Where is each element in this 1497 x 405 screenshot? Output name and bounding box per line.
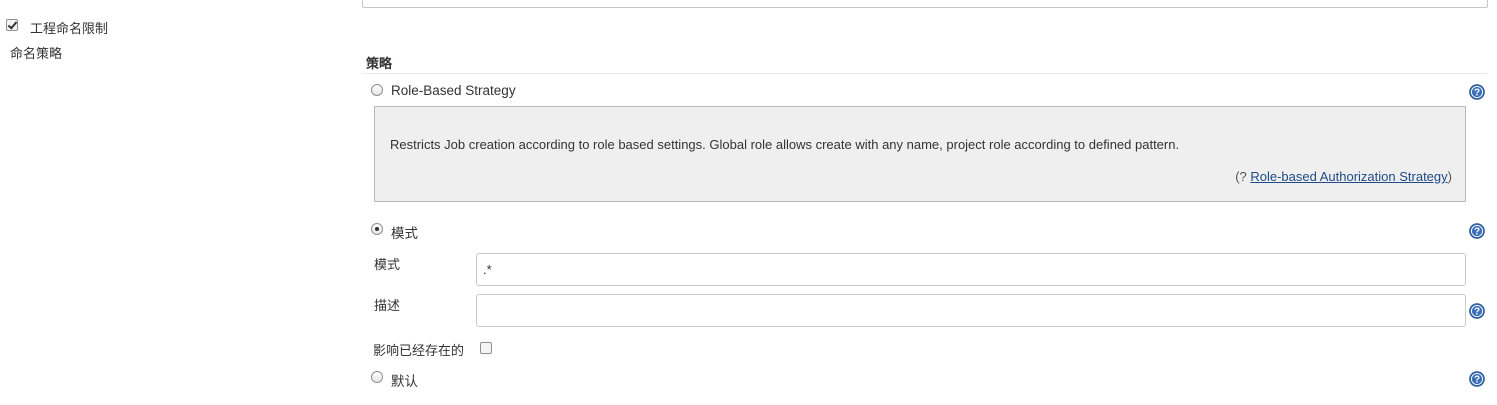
project-naming-restriction-checkbox[interactable] [6, 19, 18, 31]
project-naming-restriction-label: 工程命名限制 [30, 21, 109, 36]
previous-field-input[interactable] [362, 0, 1488, 8]
pattern-input[interactable] [476, 253, 1466, 286]
help-icon[interactable]: ? [1469, 371, 1485, 387]
plugin-reference: (? Role-based Authorization Strategy) [1235, 169, 1452, 184]
role-based-description-box: Restricts Job creation according to role… [374, 106, 1466, 202]
svg-text:?: ? [1474, 227, 1480, 238]
role-based-description-text: Restricts Job creation according to role… [390, 137, 1180, 152]
svg-text:?: ? [1474, 88, 1480, 99]
affect-existing-checkbox[interactable] [480, 342, 492, 354]
default-radio[interactable] [371, 371, 383, 383]
svg-text:?: ? [1474, 307, 1480, 318]
strategy-section-title: 策略 [366, 56, 393, 71]
role-based-strategy-radio[interactable] [371, 84, 383, 96]
pattern-field-label: 模式 [374, 257, 401, 272]
svg-text:?: ? [1474, 375, 1480, 386]
default-option-label[interactable]: 默认 [391, 370, 418, 390]
plugin-link[interactable]: Role-based Authorization Strategy [1250, 169, 1447, 184]
section-divider [362, 73, 1487, 74]
help-icon[interactable]: ? [1469, 303, 1485, 319]
pattern-option-label[interactable]: 模式 [391, 222, 418, 242]
affect-existing-label: 影响已经存在的 [373, 343, 465, 358]
pattern-radio[interactable] [371, 223, 383, 235]
naming-strategy-label: 命名策略 [10, 46, 63, 61]
help-icon[interactable]: ? [1469, 84, 1485, 100]
role-based-strategy-label[interactable]: Role-Based Strategy [391, 83, 516, 98]
description-field-label: 描述 [374, 298, 401, 313]
description-input[interactable] [476, 294, 1466, 327]
help-icon[interactable]: ? [1469, 223, 1485, 239]
